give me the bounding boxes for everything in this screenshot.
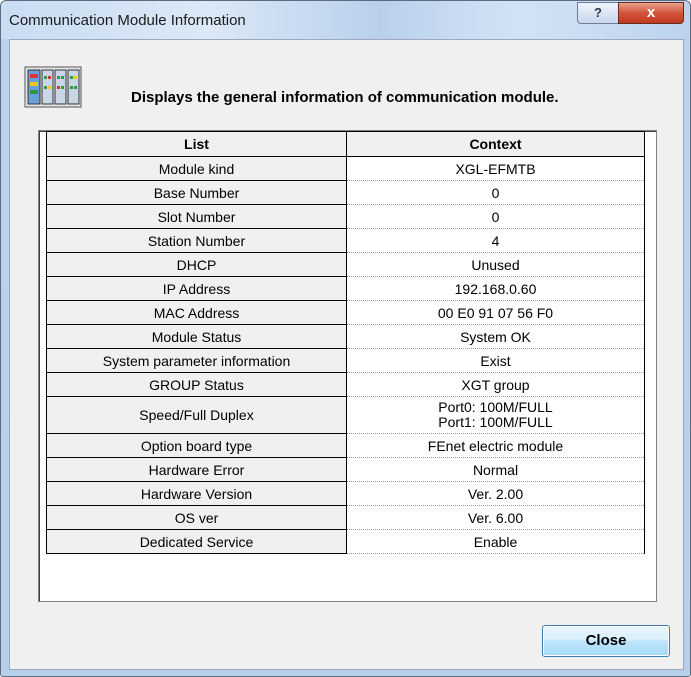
table-row[interactable]: Dedicated Service Enable xyxy=(46,529,645,554)
window-title: Communication Module Information xyxy=(9,12,246,29)
row-value: Ver. 2.00 xyxy=(346,481,645,506)
table-row[interactable]: Hardware Error Normal xyxy=(46,457,645,482)
info-grid[interactable]: List Context Module kind XGL-EFMTB Base N… xyxy=(38,130,657,602)
table-row[interactable]: Module kind XGL-EFMTB xyxy=(46,156,645,181)
row-label: Module kind xyxy=(46,156,347,181)
table-row[interactable]: Option board type FEnet electric module xyxy=(46,433,645,458)
row-label: System parameter information xyxy=(46,348,347,373)
row-value: 192.168.0.60 xyxy=(346,276,645,301)
row-label: Module Status xyxy=(46,324,347,349)
row-label: Option board type xyxy=(46,433,347,458)
row-label: Hardware Error xyxy=(46,457,347,482)
row-label: Station Number xyxy=(46,228,347,253)
table-row[interactable]: MAC Address 00 E0 91 07 56 F0 xyxy=(46,300,645,325)
row-value-line-1: Port0: 100M/FULL xyxy=(438,399,553,415)
row-value: Exist xyxy=(346,348,645,373)
row-label: Speed/Full Duplex xyxy=(46,396,347,434)
table-row[interactable]: Speed/Full Duplex Port0: 100M/FULL Port1… xyxy=(46,396,645,434)
row-value: Normal xyxy=(346,457,645,482)
dialog-content: Displays the general information of comm… xyxy=(9,39,684,670)
table-row[interactable]: System parameter information Exist xyxy=(46,348,645,373)
column-header-context[interactable]: Context xyxy=(346,131,645,157)
row-value: Unused xyxy=(346,252,645,277)
table-row[interactable]: Base Number 0 xyxy=(46,180,645,205)
row-label: MAC Address xyxy=(46,300,347,325)
row-value: Enable xyxy=(346,529,645,554)
row-label: GROUP Status xyxy=(46,372,347,397)
row-value: Ver. 6.00 xyxy=(346,505,645,530)
table-row[interactable]: OS ver Ver. 6.00 xyxy=(46,505,645,530)
table-row[interactable]: IP Address 192.168.0.60 xyxy=(46,276,645,301)
row-value: 4 xyxy=(346,228,645,253)
row-label: OS ver xyxy=(46,505,347,530)
row-value: 0 xyxy=(346,204,645,229)
row-value: XGL-EFMTB xyxy=(346,156,645,181)
row-label: DHCP xyxy=(46,252,347,277)
info-table: List Context Module kind XGL-EFMTB Base N… xyxy=(46,131,645,554)
dialog-window: Communication Module Information ? x Dis… xyxy=(0,0,691,677)
row-value: 00 E0 91 07 56 F0 xyxy=(346,300,645,325)
row-value: Port0: 100M/FULL Port1: 100M/FULL xyxy=(346,396,645,434)
table-row[interactable]: DHCP Unused xyxy=(46,252,645,277)
table-row[interactable]: Module Status System OK xyxy=(46,324,645,349)
row-value: XGT group xyxy=(346,372,645,397)
table-row[interactable]: Hardware Version Ver. 2.00 xyxy=(46,481,645,506)
row-value: 0 xyxy=(346,180,645,205)
table-row[interactable]: GROUP Status XGT group xyxy=(46,372,645,397)
title-bar[interactable]: Communication Module Information ? x xyxy=(1,1,690,39)
row-label: Hardware Version xyxy=(46,481,347,506)
table-row[interactable]: Station Number 4 xyxy=(46,228,645,253)
dialog-heading: Displays the general information of comm… xyxy=(131,89,559,106)
row-label: IP Address xyxy=(46,276,347,301)
row-value-line-2: Port1: 100M/FULL xyxy=(438,414,553,430)
row-value: System OK xyxy=(346,324,645,349)
close-button[interactable]: Close xyxy=(542,625,670,657)
table-header-row: List Context xyxy=(46,131,645,157)
table-row[interactable]: Slot Number 0 xyxy=(46,204,645,229)
row-label: Dedicated Service xyxy=(46,529,347,554)
plc-module-icon xyxy=(24,66,82,108)
column-header-list[interactable]: List xyxy=(46,131,347,157)
row-label: Base Number xyxy=(46,180,347,205)
help-button[interactable]: ? xyxy=(577,2,619,24)
row-value: FEnet electric module xyxy=(346,433,645,458)
row-label: Slot Number xyxy=(46,204,347,229)
window-close-button[interactable]: x xyxy=(618,2,684,24)
